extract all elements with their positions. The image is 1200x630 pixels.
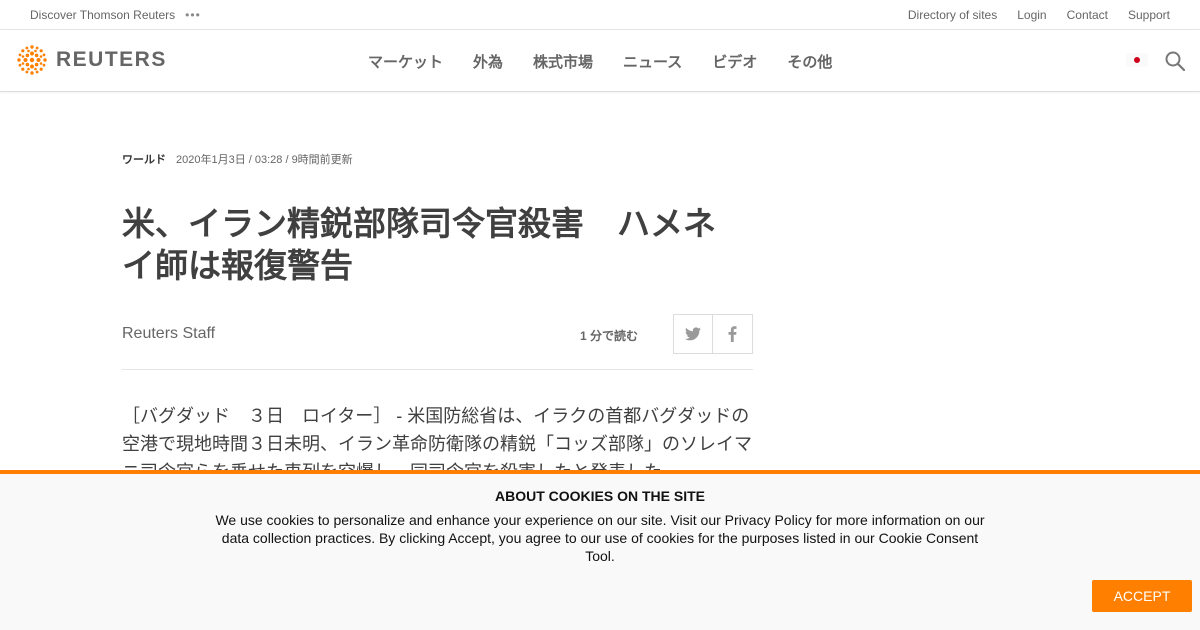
nav-item-more[interactable]: その他: [787, 51, 832, 72]
logo-text: REUTERS: [56, 48, 167, 71]
author-name[interactable]: Reuters Staff: [122, 325, 215, 343]
nav-item-news[interactable]: ニュース: [623, 51, 682, 72]
utility-bar: Discover Thomson Reuters ••• Directory o…: [0, 0, 1200, 30]
facebook-share-button[interactable]: [713, 314, 753, 354]
contact-link[interactable]: Contact: [1067, 8, 1108, 22]
utility-links: Directory of sites Login Contact Support: [908, 8, 1170, 22]
nav-item-forex[interactable]: 外為: [473, 51, 503, 72]
nav-item-markets[interactable]: マーケット: [368, 51, 443, 72]
support-link[interactable]: Support: [1128, 8, 1170, 22]
read-time: 1 分で読む: [580, 329, 639, 343]
main-navigation: REUTERS マーケット 外為 株式市場 ニュース ビデオ その他: [0, 30, 1200, 92]
byline-row: Reuters Staff 1 分で読む: [122, 314, 753, 370]
reuters-logo[interactable]: REUTERS: [15, 43, 167, 77]
twitter-share-button[interactable]: [673, 314, 713, 354]
accept-button[interactable]: ACCEPT: [1092, 580, 1192, 612]
discover-link[interactable]: Discover Thomson Reuters: [30, 8, 175, 22]
nav-item-video[interactable]: ビデオ: [712, 51, 757, 72]
japan-flag-icon[interactable]: [1126, 53, 1148, 67]
cookie-title: ABOUT COOKIES ON THE SITE: [494, 488, 705, 504]
article-headline: 米、イラン精鋭部隊司令官殺害 ハメネイ師は報復警告: [122, 205, 716, 284]
nav-item-stocks[interactable]: 株式市場: [533, 51, 593, 72]
article-date: 2020年1月3日 / 03:28 / 9時間前更新: [176, 154, 353, 166]
article-meta: ワールド 2020年1月3日 / 03:28 / 9時間前更新: [122, 151, 353, 167]
share-buttons: [673, 314, 753, 354]
login-link[interactable]: Login: [1017, 8, 1046, 22]
reuters-logo-icon: [17, 45, 47, 75]
search-icon[interactable]: [1164, 50, 1186, 72]
more-dots-icon[interactable]: •••: [185, 9, 201, 21]
nav-menu: マーケット 外為 株式市場 ニュース ビデオ その他: [368, 51, 832, 72]
facebook-icon: [728, 326, 737, 342]
section-label[interactable]: ワールド: [122, 151, 166, 167]
cookie-text: We use cookies to personalize and enhanc…: [215, 512, 985, 564]
utility-left: Discover Thomson Reuters •••: [30, 8, 201, 22]
cookie-banner: ABOUT COOKIES ON THE SITE We use cookies…: [0, 470, 1200, 630]
directory-link[interactable]: Directory of sites: [908, 8, 997, 22]
twitter-icon: [685, 327, 701, 341]
